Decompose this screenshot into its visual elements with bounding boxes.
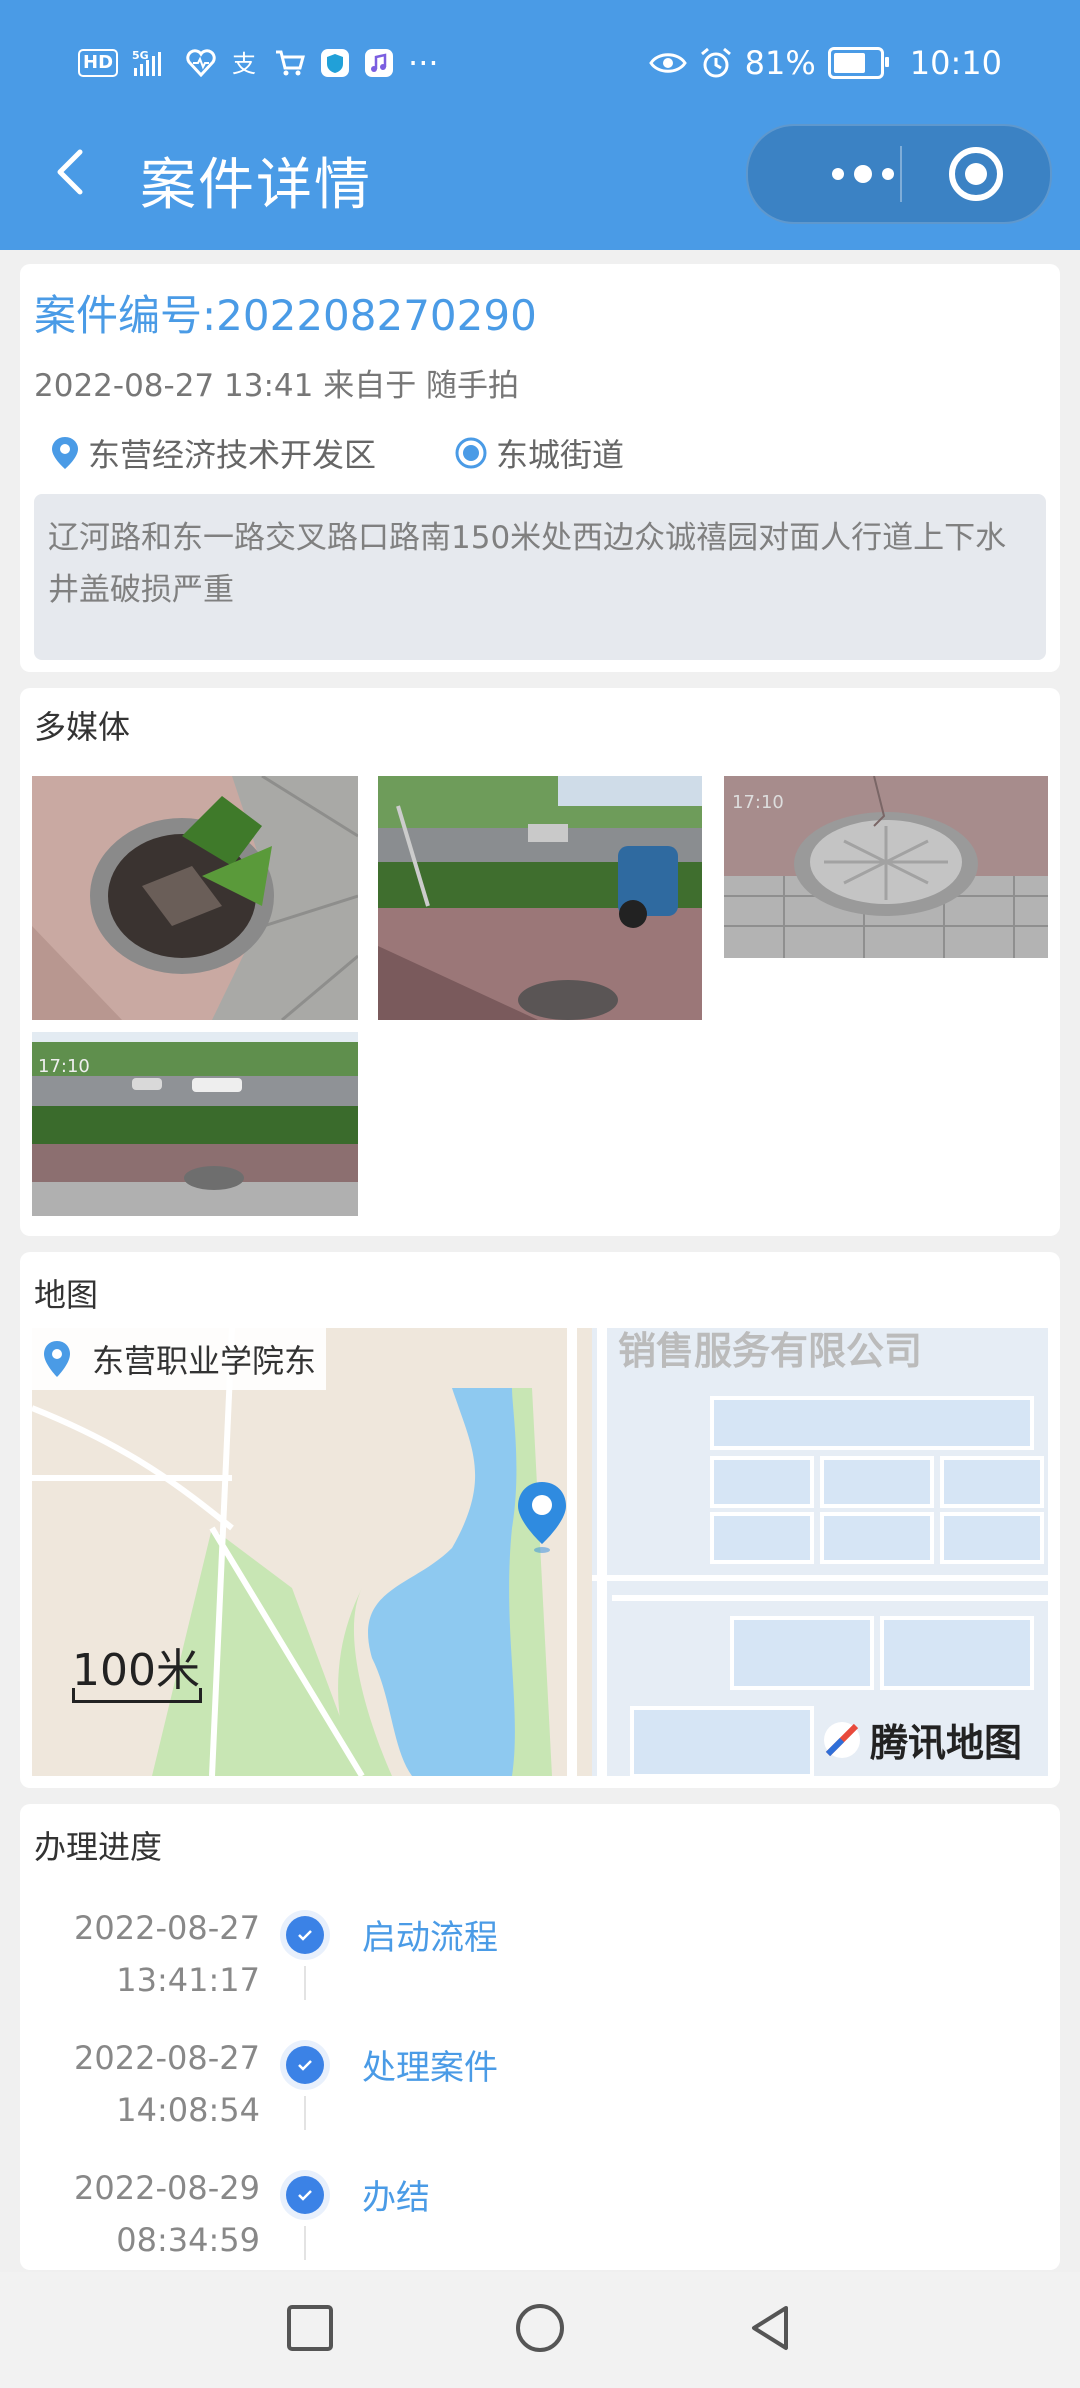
clock-time: 10:10 [909, 44, 1002, 82]
timeline-date: 2022-08-27 [74, 2039, 260, 2077]
battery-icon [827, 47, 889, 79]
photo-timestamp: 17:10 [38, 1056, 90, 1077]
timeline-item: 2022-08-27 13:41:17 启动流程 [20, 1896, 1060, 2026]
battery-percent: 81% [744, 44, 816, 82]
check-icon [298, 1930, 312, 1941]
map-section-title: 地图 [34, 1276, 99, 1314]
more-dot-center [854, 165, 872, 183]
more-button[interactable] [788, 126, 938, 222]
health-icon [186, 49, 216, 77]
timeline-dot [280, 2040, 330, 2090]
map-view[interactable]: 销售服务有限公司 东营职业学院东 100米 腾讯地图 [32, 1328, 1048, 1776]
case-meta: 2022-08-27 13:41 来自于 随手拍 [34, 368, 520, 404]
timeline-label: 处理案件 [362, 2048, 498, 2088]
timeline-label: 启动流程 [362, 1918, 498, 1958]
district-location: 东营经济技术开发区 [50, 430, 376, 476]
timeline-time: 14:08:54 [116, 2091, 260, 2129]
roadside-manhole-photo[interactable]: 17:10 [32, 1032, 358, 1216]
cart-icon [274, 48, 306, 78]
more-notifications-icon: ··· [408, 44, 439, 82]
location-pin-icon [44, 1341, 70, 1377]
timeline-datetime: 2022-08-29 08:34:59 [40, 2162, 260, 2266]
location-pin-icon [52, 437, 78, 469]
svg-text:支: 支 [232, 50, 256, 78]
case-info-card: 案件编号:202208270290 2022-08-27 13:41 来自于 随… [20, 264, 1060, 672]
progress-section-title: 办理进度 [34, 1828, 163, 1866]
nav-bar: 案件详情 [0, 120, 1080, 230]
app-header: HD 5G 支 ··· 81% 10:10 案件详情 [0, 0, 1080, 250]
timeline-datetime: 2022-08-27 14:08:54 [40, 2032, 260, 2136]
check-icon [298, 2190, 312, 2201]
more-dots-icon [832, 168, 844, 180]
chevron-left-icon [57, 149, 83, 195]
map-poi-text: 销售服务有限公司 [618, 1329, 923, 1373]
photo-timestamp: 17:10 [732, 792, 784, 813]
map-location-label: 东营职业学院东 [92, 1342, 317, 1380]
manhole-cover-photo[interactable]: 17:10 [724, 776, 1048, 958]
close-mini-program-button[interactable] [948, 146, 1004, 206]
timeline-dot [280, 2170, 330, 2220]
street-label: 东城街道 [496, 436, 625, 474]
compass-logo-icon [823, 1721, 860, 1758]
back-button[interactable] [44, 142, 104, 202]
timeline-item: 2022-08-29 08:34:59 办结 [20, 2156, 1060, 2286]
media-section-title: 多媒体 [34, 708, 131, 746]
timeline-item: 2022-08-27 14:08:54 处理案件 [20, 2026, 1060, 2156]
timeline-connector [304, 2096, 306, 2130]
damaged-manhole-photo[interactable] [32, 776, 358, 1020]
map-provider-logo: 腾讯地图 [822, 1712, 1022, 1767]
more-dot-right [882, 168, 894, 180]
timeline-dot [280, 1910, 330, 1960]
hd-badge: HD [78, 49, 119, 77]
mini-program-capsule [746, 124, 1052, 224]
circle-icon [516, 2304, 564, 2352]
map-logo-text: 腾讯地图 [869, 1721, 1022, 1765]
shield-app-icon [320, 48, 350, 78]
description-box: 辽河路和东一路交叉路口路南150米处西边众诚禧园对面人行道上下水井盖破损严重 [34, 494, 1046, 660]
map-location-bar: 东营职业学院东 [32, 1328, 327, 1390]
target-circle-icon [949, 147, 1003, 201]
system-navigation-bar [0, 2272, 1080, 2388]
back-system-button[interactable] [744, 2302, 796, 2358]
eye-icon [648, 50, 687, 76]
timeline-date: 2022-08-27 [74, 1909, 260, 1947]
check-icon [298, 2060, 312, 2071]
timeline-datetime: 2022-08-27 13:41:17 [40, 1902, 260, 2006]
street-location: 东城街道 [454, 430, 624, 476]
progress-card: 办理进度 2022-08-27 13:41:17 启动流程 2022-08-27… [20, 1804, 1060, 2270]
status-bar: HD 5G 支 ··· 81% 10:10 [0, 40, 1080, 90]
home-button[interactable] [514, 2302, 566, 2358]
alarm-icon [699, 46, 733, 80]
sidewalk-scooter-photo[interactable] [378, 776, 702, 1020]
timeline-connector [304, 2226, 306, 2260]
page-title: 案件详情 [140, 153, 372, 218]
timeline-label: 办结 [362, 2178, 430, 2218]
capsule-divider [900, 146, 902, 202]
location-target-icon [455, 437, 487, 469]
timeline-time: 13:41:17 [116, 1961, 260, 1999]
media-card: 多媒体 17:10 17:10 [20, 688, 1060, 1236]
timeline-date: 2022-08-29 [74, 2169, 260, 2207]
map-marker-icon[interactable] [514, 1478, 570, 1554]
case-number: 案件编号:202208270290 [34, 291, 537, 340]
signal-icon: 5G [132, 48, 172, 78]
alipay-icon: 支 [230, 48, 260, 78]
music-app-icon [364, 48, 394, 78]
recent-apps-button[interactable] [284, 2302, 336, 2358]
triangle-back-icon [752, 2306, 788, 2350]
square-icon [287, 2305, 333, 2351]
timeline-time: 08:34:59 [116, 2221, 260, 2259]
timeline-connector [304, 1966, 306, 2000]
case-description: 辽河路和东一路交叉路口路南150米处西边众诚禧园对面人行道上下水井盖破损严重 [48, 520, 1007, 608]
map-card: 地图 销售服务有限公司 东营职业学院东 100米 腾讯地图 [20, 1252, 1060, 1788]
district-label: 东营经济技术开发区 [88, 436, 377, 474]
map-scale-bar [72, 1688, 202, 1703]
